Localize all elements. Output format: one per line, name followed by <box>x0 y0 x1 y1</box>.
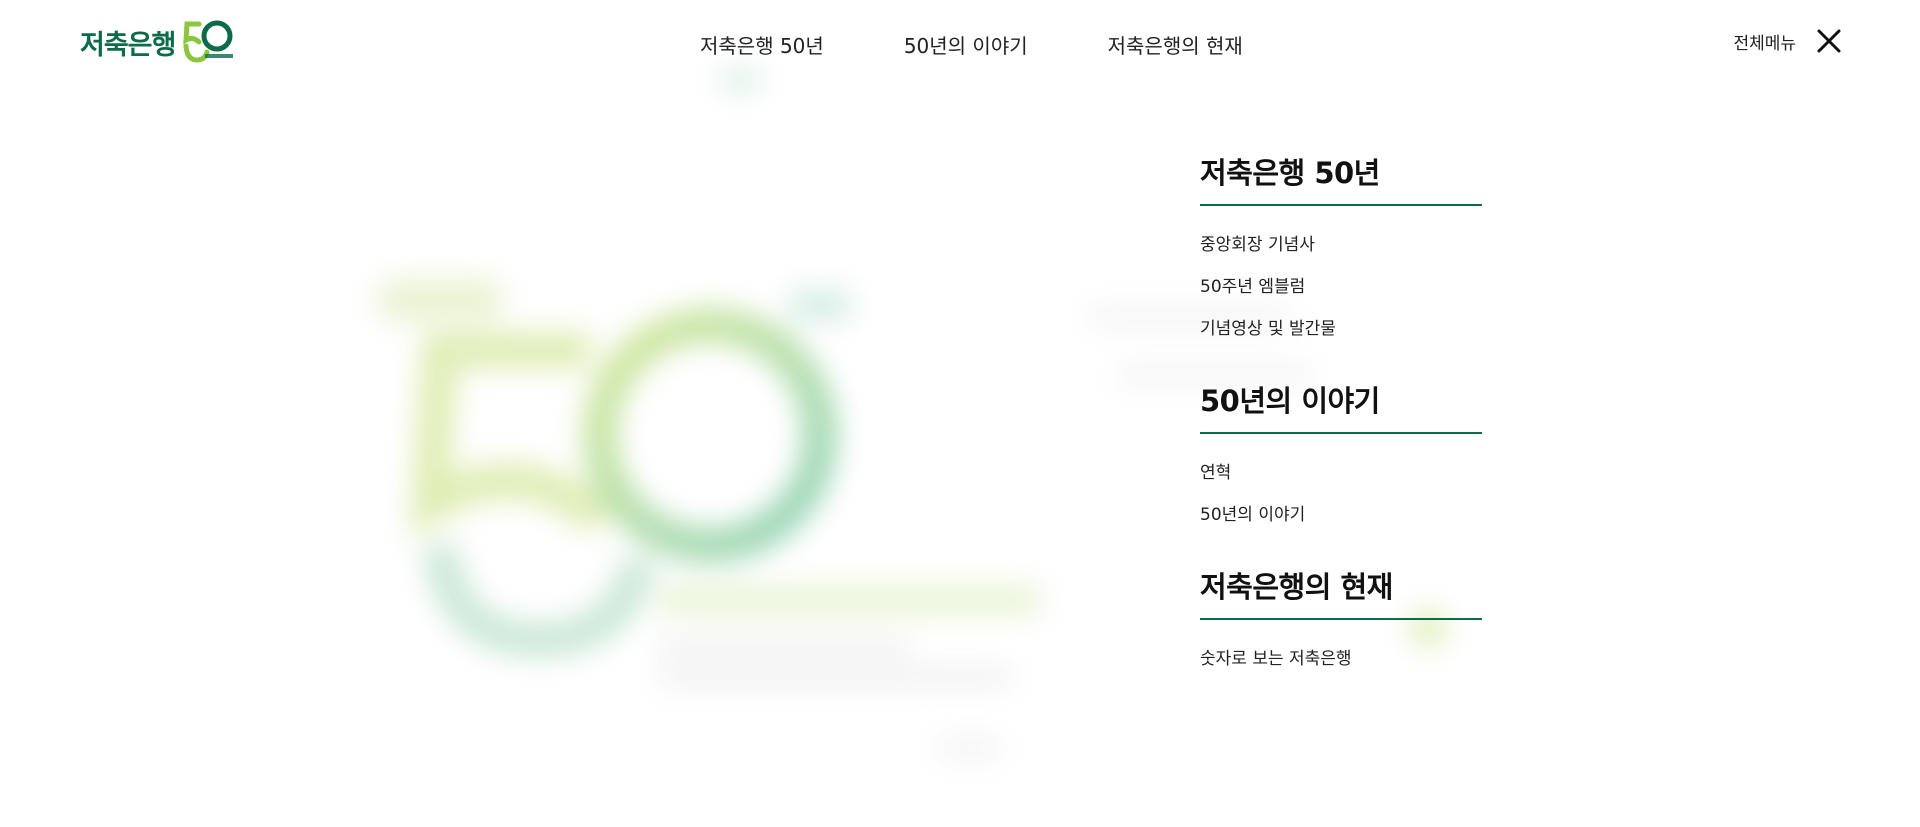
nav-item-savings-bank-50-years[interactable]: 저축은행 50년 <box>700 30 824 59</box>
main-navigation: 저축은행 50년 50년의 이야기 저축은행의 현재 <box>700 30 1323 59</box>
close-icon[interactable] <box>1816 28 1842 54</box>
sitemap-link-videos-publications[interactable]: 기념영상 및 발간물 <box>1200 308 1482 350</box>
sitemap-group-present: 저축은행의 현재 숫자로 보는 저축은행 <box>1200 564 1482 680</box>
sitemap-group-story: 50년의 이야기 연혁 50년의 이야기 <box>1200 378 1482 536</box>
sitemap-link-by-numbers[interactable]: 숫자로 보는 저축은행 <box>1200 638 1482 680</box>
site-logo[interactable]: 저축은행 <box>80 18 237 66</box>
page: 저축은행 저축은행 50년 50년의 이야기 저축은행의 현재 전체메뉴 저축은… <box>0 0 1920 827</box>
sitemap-group-title[interactable]: 저축은행의 현재 <box>1200 564 1482 620</box>
sitemap-link-chairman-address[interactable]: 중앙회장 기념사 <box>1200 224 1482 266</box>
logo-text: 저축은행 <box>80 29 176 61</box>
50th-anniversary-logo-mark-icon <box>183 20 234 63</box>
nav-item-50-years-story[interactable]: 50년의 이야기 <box>904 30 1028 59</box>
sitemap-link-50th-emblem[interactable]: 50주년 엠블럼 <box>1200 266 1482 308</box>
nav-item-savings-bank-present[interactable]: 저축은행의 현재 <box>1108 30 1243 59</box>
sitemap-link-50-years-story[interactable]: 50년의 이야기 <box>1200 494 1482 536</box>
sitemap-link-history[interactable]: 연혁 <box>1200 452 1482 494</box>
sitemap-group-title[interactable]: 저축은행 50년 <box>1200 150 1482 206</box>
sitemap-group-title[interactable]: 50년의 이야기 <box>1200 378 1482 434</box>
all-menu-label: 전체메뉴 <box>1733 33 1796 54</box>
sitemap-group-50-years: 저축은행 50년 중앙회장 기념사 50주년 엠블럼 기념영상 및 발간물 <box>1200 150 1482 350</box>
sitemap-menu: 저축은행 50년 중앙회장 기념사 50주년 엠블럼 기념영상 및 발간물 50… <box>1200 150 1482 708</box>
all-menu-toggle[interactable]: 전체메뉴 <box>1733 28 1842 54</box>
background-artwork <box>380 70 1448 756</box>
site-header: 저축은행 저축은행 50년 50년의 이야기 저축은행의 현재 전체메뉴 <box>0 0 1920 90</box>
